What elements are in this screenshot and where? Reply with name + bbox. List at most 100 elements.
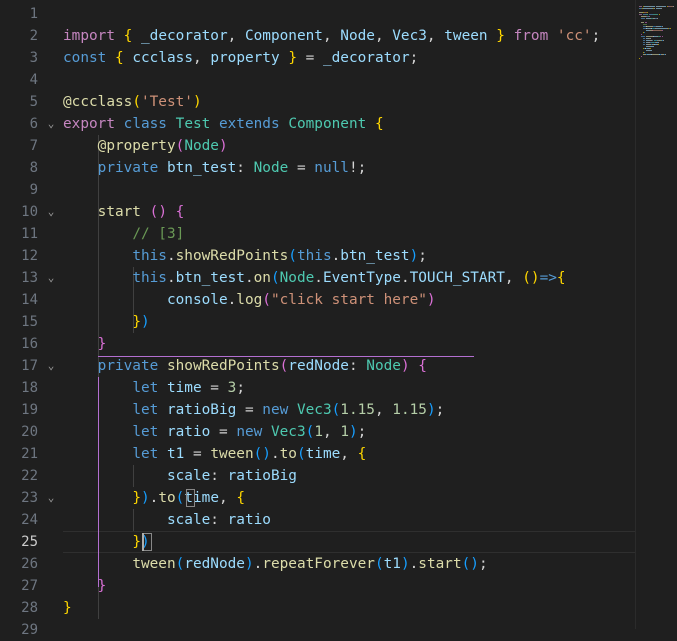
minimap-token xyxy=(665,54,667,55)
punctuation xyxy=(141,204,150,220)
bracket: { xyxy=(556,270,566,286)
punctuation xyxy=(106,50,115,66)
code-line[interactable]: start () { xyxy=(63,201,635,223)
punctuation: . xyxy=(166,248,176,264)
bracket: } xyxy=(288,50,297,66)
code-line[interactable]: import { _decorator, Component, Node, Ve… xyxy=(63,25,635,47)
minimap-token xyxy=(670,28,672,29)
minimap-token xyxy=(648,16,650,17)
punctuation: , xyxy=(374,402,393,418)
code-editor[interactable]: 1 2 3 4 5 6 ⌄ 7 8 9 10 ⌄ 11 12 13 ⌄ 14 15 16 17 ⌄ 18 19 20 21 22 2… xyxy=(0,0,677,638)
code-line[interactable]: // [3] xyxy=(63,223,635,245)
code-line[interactable]: }).to(time, { xyxy=(63,487,635,509)
code-line[interactable]: private btn_test: Node = null!; xyxy=(63,157,635,179)
punctuation xyxy=(167,116,176,132)
punctuation xyxy=(63,556,132,572)
code-line[interactable]: tween(redNode).repeatForever(t1).start()… xyxy=(63,553,635,575)
minimap-token xyxy=(650,38,651,39)
line-number: 12 xyxy=(21,248,38,264)
function-name: @property xyxy=(97,138,176,154)
code-line[interactable]: this.showRedPoints(this.btn_test); xyxy=(63,245,635,267)
keyword: this xyxy=(296,248,332,264)
punctuation: ; xyxy=(357,424,367,440)
bracket: ) xyxy=(140,314,150,330)
code-line[interactable]: let ratio = new Vec3(1, 1); xyxy=(63,421,635,443)
code-line[interactable]: scale: ratio xyxy=(63,509,635,531)
punctuation: , xyxy=(374,28,393,44)
code-line[interactable] xyxy=(63,619,635,629)
code-line[interactable]: private showRedPoints(redNode: Node) { xyxy=(63,355,635,377)
code-line[interactable]: let t1 = tween().to(time, { xyxy=(63,443,635,465)
minimap-token xyxy=(641,34,643,35)
code-line[interactable]: export class Test extends Component { xyxy=(63,113,635,135)
chevron-down-icon[interactable]: ⌄ xyxy=(44,487,58,509)
bracket: ) xyxy=(218,138,228,154)
code-line[interactable]: @ccclass('Test') xyxy=(63,91,635,113)
minimap[interactable] xyxy=(635,0,677,629)
bracket: ( xyxy=(288,248,297,264)
string-literal: 'Test' xyxy=(140,94,193,110)
punctuation xyxy=(548,28,557,44)
code-line[interactable]: let ratioBig = new Vec3(1.15, 1.15); xyxy=(63,399,635,421)
minimap-token xyxy=(651,54,659,55)
punctuation xyxy=(158,380,167,396)
punctuation xyxy=(63,292,167,308)
punctuation xyxy=(158,446,167,462)
code-line[interactable]: const { ccclass, property } = _decorator… xyxy=(63,47,635,69)
function-name: tween xyxy=(132,556,176,572)
punctuation: , xyxy=(322,28,341,44)
minimap-token xyxy=(646,26,654,27)
minimap-token xyxy=(641,56,643,57)
code-line[interactable]: scale: ratioBig xyxy=(63,465,635,487)
code-line[interactable]: } xyxy=(63,597,635,619)
code-line[interactable]: @property(Node) xyxy=(63,135,635,157)
punctuation xyxy=(63,270,132,286)
identifier: btn_test xyxy=(166,160,237,176)
line-number: 2 xyxy=(29,28,38,44)
line-number: 9 xyxy=(29,182,38,198)
keyword: this xyxy=(132,270,167,286)
punctuation: = xyxy=(236,402,263,418)
code-line[interactable]: console.log("click start here") xyxy=(63,289,635,311)
chevron-down-icon[interactable]: ⌄ xyxy=(44,201,58,223)
punctuation: . xyxy=(244,270,254,286)
code-line[interactable]: let time = 3; xyxy=(63,377,635,399)
code-line[interactable]: }) xyxy=(63,311,635,333)
code-line[interactable] xyxy=(63,69,635,91)
identifier: ratioBig xyxy=(227,468,297,484)
code-line[interactable]: } xyxy=(63,575,635,597)
punctuation xyxy=(505,28,514,44)
chevron-down-icon[interactable]: ⌄ xyxy=(44,267,58,289)
punctuation xyxy=(288,402,297,418)
code-line[interactable] xyxy=(63,179,635,201)
function-name: start xyxy=(418,556,462,572)
code-line[interactable]: } xyxy=(63,333,635,355)
identifier: property xyxy=(210,50,280,66)
code-line[interactable] xyxy=(63,3,635,25)
identifier: ccclass xyxy=(132,50,193,66)
punctuation xyxy=(115,28,124,44)
keyword-control: import xyxy=(63,28,115,44)
bracket: { xyxy=(236,490,245,506)
code-line[interactable]: this.btn_test.on(Node.EventType.TOUCH_ST… xyxy=(63,267,635,289)
punctuation: . xyxy=(409,556,419,572)
function-name: to xyxy=(279,446,297,462)
line-number: 19 xyxy=(21,402,38,418)
chevron-down-icon[interactable]: ⌄ xyxy=(44,355,58,377)
line-number: 4 xyxy=(29,72,38,88)
minimap-token xyxy=(641,36,646,37)
minimap-token xyxy=(648,14,653,15)
code-area[interactable]: import { _decorator, Component, Node, Ve… xyxy=(63,0,635,629)
keyword: let xyxy=(132,380,159,396)
identifier: redNode xyxy=(184,556,245,572)
minimap-token xyxy=(657,44,659,45)
punctuation xyxy=(63,204,98,220)
minimap-token xyxy=(672,6,674,7)
minimap-token xyxy=(657,42,659,43)
bracket: ( xyxy=(132,94,141,110)
line-number: 8 xyxy=(29,160,38,176)
bracket: ( xyxy=(175,556,185,572)
bracket: () xyxy=(522,270,540,286)
chevron-down-icon[interactable]: ⌄ xyxy=(44,113,58,135)
identifier: scale xyxy=(166,512,211,528)
